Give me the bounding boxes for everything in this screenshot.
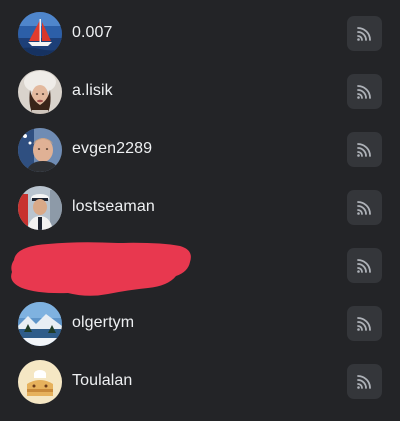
- rss-feed-button[interactable]: [347, 248, 382, 283]
- username[interactable]: a.lisik: [72, 81, 113, 101]
- sandwich-avatar[interactable]: [18, 360, 62, 404]
- rss-feed-button[interactable]: [347, 306, 382, 341]
- list-item[interactable]: 0.007: [0, 6, 400, 64]
- rss-feed-button[interactable]: [347, 132, 382, 167]
- rss-feed-button[interactable]: [347, 74, 382, 109]
- woman-fur-hat-avatar[interactable]: [18, 70, 62, 114]
- rss-feed-icon: [357, 27, 371, 41]
- username[interactable]: 0.007: [72, 23, 113, 43]
- rss-feed-button[interactable]: [347, 16, 382, 51]
- username[interactable]: Toulalan: [72, 371, 132, 391]
- username[interactable]: lostseaman: [72, 197, 155, 217]
- list-item[interactable]: Toulalan: [0, 354, 400, 412]
- rss-feed-icon: [357, 143, 371, 157]
- username[interactable]: olgertym: [72, 313, 134, 333]
- list-item[interactable]: evgen2289: [0, 122, 400, 180]
- sailboat-avatar[interactable]: [18, 12, 62, 56]
- list-item[interactable]: a.lisik: [0, 64, 400, 122]
- redaction-mark: [11, 242, 191, 296]
- rss-feed-button[interactable]: [347, 364, 382, 399]
- username[interactable]: evgen2289: [72, 139, 152, 159]
- sailor-avatar[interactable]: [18, 186, 62, 230]
- man-portrait-avatar[interactable]: [18, 128, 62, 172]
- rss-feed-icon: [357, 85, 371, 99]
- rss-feed-icon: [357, 375, 371, 389]
- list-item[interactable]: lostseaman: [0, 180, 400, 238]
- rss-feed-icon: [357, 201, 371, 215]
- rss-feed-icon: [357, 259, 371, 273]
- winter-landscape-avatar[interactable]: [18, 302, 62, 346]
- rss-feed-button[interactable]: [347, 190, 382, 225]
- list-item[interactable]: olgertym: [0, 296, 400, 354]
- rss-feed-icon: [357, 317, 371, 331]
